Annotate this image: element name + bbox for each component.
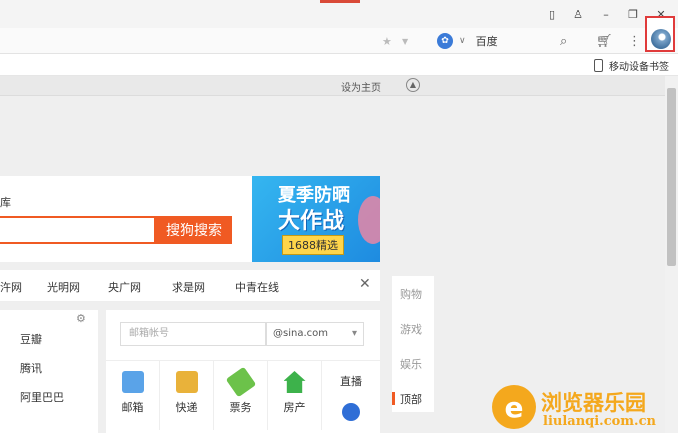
live-label: 直播 — [340, 375, 362, 388]
package-icon — [175, 371, 198, 393]
news-link[interactable]: 汻网 — [0, 279, 22, 295]
news-link[interactable]: 中青在线 — [235, 279, 279, 295]
chevron-down-icon: ▾ — [351, 328, 357, 339]
news-link[interactable]: 央广网 — [108, 279, 141, 295]
ticket-icon — [225, 366, 256, 398]
watermark-title: 浏览器乐园 — [541, 390, 646, 415]
news-link[interactable]: 求是网 — [172, 279, 205, 295]
mail-domain-select[interactable]: @sina.com ▾ — [266, 322, 364, 346]
service-tickets[interactable]: 票务 — [214, 360, 268, 430]
service-label: 快递 — [175, 401, 198, 414]
site-link[interactable]: 腾讯 — [20, 360, 42, 376]
watermark-url: liulanqi.com.cn — [543, 414, 656, 429]
search-input[interactable] — [0, 216, 156, 244]
mobile-bookmarks-link[interactable]: 移动设备书签 — [594, 58, 669, 73]
address-toolbar: ★ ▼ ✿ ∨ 百度 ⌕ 🛒︎ ⋮ — [0, 28, 678, 54]
news-links-bar: 汻网 光明网 央广网 求是网 中青在线 ✕ — [0, 270, 380, 302]
service-label: 房产 — [283, 401, 306, 414]
avatar — [651, 29, 671, 49]
envelope-icon — [121, 371, 144, 393]
promo-banner[interactable]: 夏季防晒 大作战 1688精选 — [252, 176, 380, 262]
service-label: 邮箱 — [121, 401, 144, 414]
search-engine-selector[interactable]: ✿ ∨ 百度 — [437, 32, 498, 50]
search-category-label: 库 — [0, 196, 11, 209]
category-tab-top[interactable]: 顶部 — [400, 391, 422, 407]
banner-title: 大作战 — [278, 209, 345, 234]
mail-services-panel: 邮箱帐号 @sina.com ▾ 邮箱 快递 票务 房产 直播 — [106, 310, 380, 433]
close-icon[interactable]: ✕ — [359, 276, 371, 292]
mobile-bookmarks-label: 移动设备书签 — [609, 62, 669, 73]
baidu-paw-icon: ✿ — [437, 33, 453, 49]
active-tab-marker — [392, 392, 395, 405]
site-link[interactable]: 豆瓣 — [20, 331, 42, 347]
category-nav: 购物 游戏 娱乐 顶部 — [392, 276, 434, 412]
site-link[interactable]: 阿里巴巴 — [20, 389, 64, 405]
mail-account-input[interactable]: 邮箱帐号 — [120, 322, 266, 346]
page-header: 设为主页 ▲ — [0, 76, 665, 96]
chevron-down-icon[interactable]: ▼ — [402, 32, 408, 50]
live-section[interactable]: 直播 — [322, 360, 380, 430]
category-tab-shopping[interactable]: 购物 — [400, 286, 422, 302]
star-bookmark-icon[interactable]: ★ — [382, 32, 392, 50]
chevron-down-icon: ∨ — [459, 36, 466, 46]
scrollbar-thumb[interactable] — [667, 88, 676, 266]
bookmark-bar: 移动设备书签 — [0, 54, 678, 76]
search-section: 库 搜狗搜索 夏季防晒 大作战 1688精选 — [0, 176, 380, 262]
baidu-paw-icon — [342, 403, 360, 421]
active-tab-indicator — [320, 0, 360, 3]
restore-icon[interactable]: ❐ — [624, 6, 642, 22]
vibrate-icon[interactable]: ▯ — [543, 6, 561, 22]
service-express[interactable]: 快递 — [160, 360, 214, 430]
collapse-up-icon[interactable]: ▲ — [406, 78, 420, 92]
search-icon[interactable]: ⌕ — [560, 32, 567, 50]
cart-icon[interactable]: 🛒︎ — [596, 32, 613, 50]
gear-icon[interactable]: ⚙ — [76, 312, 86, 325]
banner-tag: 1688精选 — [282, 235, 344, 255]
mail-domain-value: @sina.com — [273, 328, 328, 339]
service-housing[interactable]: 房产 — [268, 360, 322, 430]
watermark-logo: e — [492, 385, 536, 429]
flower-decoration — [358, 196, 380, 244]
phone-icon — [594, 59, 603, 72]
shirt-skin-icon[interactable]: ♙ — [569, 6, 587, 22]
set-home-link[interactable]: 设为主页 — [341, 79, 381, 94]
service-mail[interactable]: 邮箱 — [106, 360, 160, 430]
search-engine-name: 百度 — [475, 35, 498, 48]
minimize-icon[interactable]: – — [597, 6, 615, 22]
service-label: 票务 — [229, 401, 252, 414]
profile-button[interactable] — [645, 16, 675, 52]
house-icon — [283, 371, 306, 393]
title-bar: ▯ ♙ – ❐ ✕ — [0, 0, 678, 28]
category-tab-games[interactable]: 游戏 — [400, 321, 422, 337]
more-menu-icon[interactable]: ⋮ — [628, 32, 641, 50]
news-link[interactable]: 光明网 — [47, 279, 80, 295]
vertical-scrollbar[interactable] — [665, 76, 678, 433]
site-links-panel: ⚙ 豆瓣 腾讯 阿里巴巴 — [0, 310, 98, 433]
sogou-search-button[interactable]: 搜狗搜索 — [156, 216, 232, 244]
category-tab-entertainment[interactable]: 娱乐 — [400, 356, 422, 372]
